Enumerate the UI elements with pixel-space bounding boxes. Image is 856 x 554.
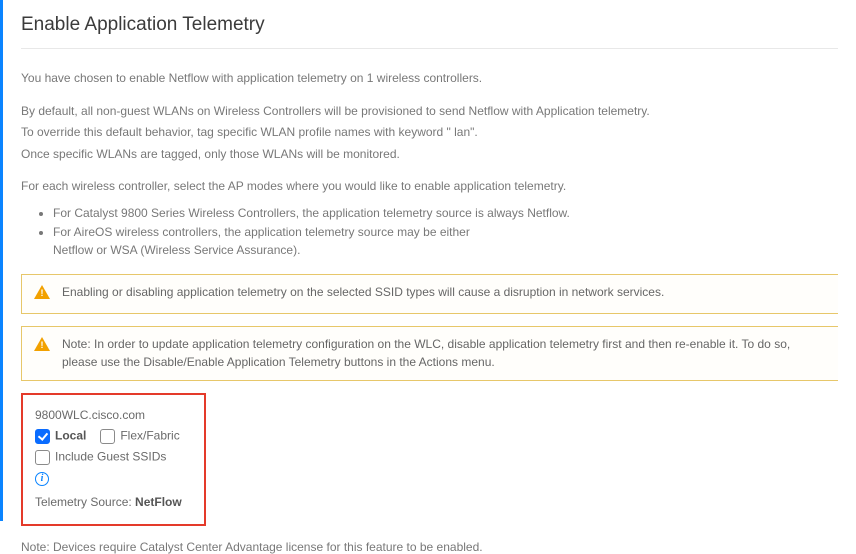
intro-block: You have chosen to enable Netflow with a… xyxy=(21,69,838,196)
checkbox-local-wrap[interactable]: Local xyxy=(35,425,86,446)
alert-disruption: Enabling or disabling application teleme… xyxy=(21,274,838,314)
bullet-list: For Catalyst 9800 Series Wireless Contro… xyxy=(53,204,838,260)
intro-line: Once specific WLANs are tagged, only tho… xyxy=(21,145,838,164)
telemetry-source-label: Telemetry Source: xyxy=(35,495,132,509)
license-note: Note: Devices require Catalyst Center Ad… xyxy=(21,540,838,554)
warning-icon xyxy=(34,337,50,356)
checkbox-local-label: Local xyxy=(55,429,86,443)
page-title: Enable Application Telemetry xyxy=(21,14,838,49)
checkbox-guest[interactable] xyxy=(35,450,50,465)
controller-panel: 9800WLC.cisco.com Local Flex/Fabric Incl… xyxy=(21,393,206,526)
list-item: For Catalyst 9800 Series Wireless Contro… xyxy=(53,204,838,223)
alert-text: Enabling or disabling application teleme… xyxy=(62,284,664,301)
intro-line: To override this default behavior, tag s… xyxy=(21,123,838,142)
list-item: For AireOS wireless controllers, the app… xyxy=(53,223,838,260)
checkbox-flex-label: Flex/Fabric xyxy=(120,429,179,443)
checkbox-guest-label: Include Guest SSIDs xyxy=(55,450,166,464)
checkbox-guest-wrap[interactable]: Include Guest SSIDs xyxy=(35,446,192,467)
telemetry-source-value: NetFlow xyxy=(135,495,182,509)
telemetry-source: Telemetry Source: NetFlow xyxy=(35,492,192,512)
intro-line: For each wireless controller, select the… xyxy=(21,177,838,196)
list-item-text: For AireOS wireless controllers, the app… xyxy=(53,225,470,239)
alert-update-note: Note: In order to update application tel… xyxy=(21,326,838,381)
list-item-text: Netflow or WSA (Wireless Service Assuran… xyxy=(53,243,300,257)
warning-icon xyxy=(34,285,50,304)
controller-hostname: 9800WLC.cisco.com xyxy=(35,405,192,425)
checkbox-local[interactable] xyxy=(35,429,50,444)
checkbox-flex-wrap[interactable]: Flex/Fabric xyxy=(100,425,179,446)
alert-text: Note: In order to update application tel… xyxy=(62,336,826,371)
intro-line: By default, all non-guest WLANs on Wirel… xyxy=(21,102,838,121)
info-icon[interactable]: i xyxy=(35,472,49,486)
checkbox-flex[interactable] xyxy=(100,429,115,444)
intro-line: You have chosen to enable Netflow with a… xyxy=(21,69,838,88)
